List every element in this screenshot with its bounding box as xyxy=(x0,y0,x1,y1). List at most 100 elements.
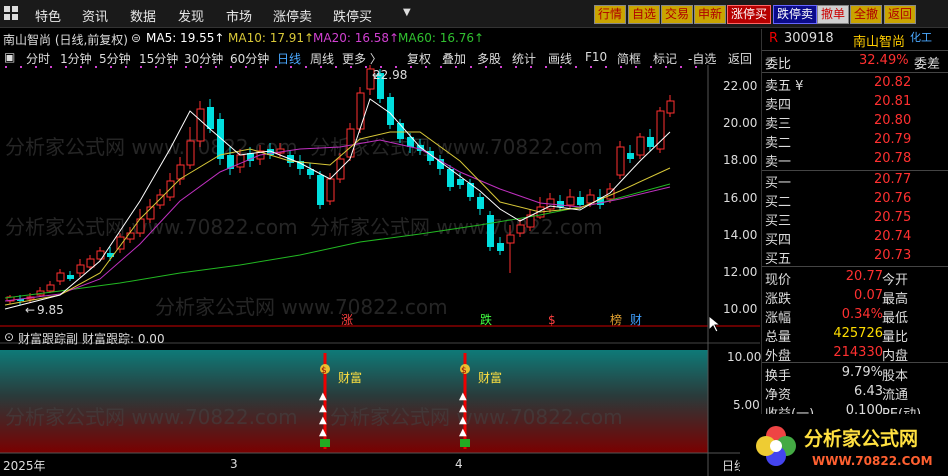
period-5min[interactable]: 5分钟 xyxy=(99,50,131,67)
ask-row: 卖四 20.81 xyxy=(762,93,948,113)
bid-row: 买五 20.73 xyxy=(762,247,948,267)
svg-text:$: $ xyxy=(461,366,467,376)
toolbar-stats[interactable]: 统计 xyxy=(512,50,536,67)
sector-tag: 化工 xyxy=(910,31,932,44)
toolbar-multi[interactable]: 多股 xyxy=(477,50,501,67)
toolbar-watchlist[interactable]: -自选 xyxy=(688,50,716,67)
bid-label: 买四 xyxy=(765,233,792,248)
stat-row: 现价 20.77 今开 xyxy=(765,269,909,288)
ma20-label: MA20: 16.58↑ xyxy=(313,31,400,45)
price-tick-10: 10.00 xyxy=(723,302,758,316)
svg-text:▲: ▲ xyxy=(459,403,467,414)
btn-ipo[interactable]: 申新 xyxy=(694,5,727,24)
bid-price: 20.75 xyxy=(874,210,912,225)
menu-item-data[interactable]: 数据 xyxy=(130,6,156,25)
toolbar-f10[interactable]: F10 xyxy=(585,50,607,64)
period-weekly[interactable]: 周线 xyxy=(310,50,334,67)
svg-text:分析家公式网 www.70822.com: 分析家公式网 www.70822.com xyxy=(310,215,603,239)
toolbar-simple[interactable]: 简框 xyxy=(617,50,641,67)
menu-grid-icon[interactable] xyxy=(4,6,18,20)
btn-quote[interactable]: 行情 xyxy=(594,5,627,24)
stock-code: 300918 xyxy=(784,31,834,46)
bid-label: 买三 xyxy=(765,214,792,229)
logo-url: WWW.70822.COM xyxy=(812,454,933,468)
stat-row: 总量 425726 量比 xyxy=(765,326,909,345)
period-15min[interactable]: 15分钟 xyxy=(139,50,178,67)
menu-item-market[interactable]: 市场 xyxy=(226,6,252,25)
period-60min[interactable]: 60分钟 xyxy=(230,50,269,67)
svg-text:▲: ▲ xyxy=(319,427,327,438)
menu-item-limit-up-sell[interactable]: 涨停卖 xyxy=(273,6,312,25)
ma5-label: MA5: 19.55↑ xyxy=(146,31,225,45)
marker-dollar: $ xyxy=(548,313,556,327)
price-tick-20: 20.00 xyxy=(723,116,758,130)
menu-item-features[interactable]: 特色 xyxy=(35,6,61,25)
btn-limit-up-buy[interactable]: 涨停买 xyxy=(727,5,772,24)
ask-price: 20.81 xyxy=(874,94,912,109)
menu-item-limit-down-buy[interactable]: 跌停买 xyxy=(333,6,372,25)
menu-dropdown-icon[interactable]: ▼ xyxy=(403,7,411,18)
period-1min[interactable]: 1分钟 xyxy=(60,50,92,67)
date-label-3: 3 xyxy=(230,457,238,471)
price-tick-22: 22.00 xyxy=(723,79,758,93)
toolbar-draw[interactable]: 画线 xyxy=(548,50,572,67)
svg-text:分析家公式网 www.70822.com: 分析家公式网 www.70822.com xyxy=(5,405,298,429)
bid-label: 买五 xyxy=(765,252,792,267)
ask-label: 卖一 xyxy=(765,155,792,170)
high-price-arrow: ← xyxy=(372,68,382,82)
toolbar-fq[interactable]: 复权 xyxy=(407,50,431,67)
indicator-title: 财富跟踪副 xyxy=(18,332,79,346)
svg-text:▲: ▲ xyxy=(319,403,327,414)
btn-trade[interactable]: 交易 xyxy=(661,5,694,24)
ask-row: 卖二 20.79 xyxy=(762,131,948,151)
ask-row: 卖五 ¥ 20.82 xyxy=(762,74,948,94)
period-intraday[interactable]: 分时 xyxy=(26,50,50,67)
bid-price: 20.77 xyxy=(874,172,912,187)
menu-bar: 特色 资讯 数据 发现 市场 涨停卖 跌停买 ▼ 行情 自选 交易 申新 涨停买… xyxy=(0,0,948,28)
chart-area[interactable]: 分析家公式网 www.70822.com 分析家公式网 www.70822.co… xyxy=(0,29,761,476)
menu-item-discover[interactable]: 发现 xyxy=(178,6,204,25)
low-price-label: ← xyxy=(25,303,35,317)
low-price-value: 9.85 xyxy=(37,303,64,317)
chart-canvas: 分析家公式网 www.70822.com 分析家公式网 www.70822.co… xyxy=(0,29,760,476)
marker-down: 跌 xyxy=(480,312,492,327)
bid-row: 买四 20.74 xyxy=(762,228,948,248)
site-logo: 分析家公式网 WWW.70822.COM xyxy=(740,414,948,476)
btn-watchlist[interactable]: 自选 xyxy=(628,5,661,24)
svg-text:$: $ xyxy=(321,366,327,376)
indicator-icon[interactable]: ⊙ xyxy=(4,330,14,344)
weibi-row: 委比 32.49% 委差 xyxy=(765,53,941,72)
period-more[interactable]: 更多 〉 xyxy=(342,50,382,67)
toolbar-mark[interactable]: 标记 xyxy=(653,50,677,67)
ask-label: 卖三 xyxy=(765,117,792,132)
indicator-label-1: 财富 xyxy=(338,370,362,385)
price-tick-16: 16.00 xyxy=(723,191,758,205)
ask-price: 20.79 xyxy=(874,132,912,147)
bid-label: 买二 xyxy=(765,195,792,210)
btn-cancel-all[interactable]: 全撤 xyxy=(850,5,883,24)
quote-header: R 300918 南山智尚 化工 xyxy=(762,29,948,50)
price-tick-14: 14.00 xyxy=(723,228,758,242)
menu-item-news[interactable]: 资讯 xyxy=(82,6,108,25)
period-30min[interactable]: 30分钟 xyxy=(184,50,223,67)
btn-back[interactable]: 返回 xyxy=(884,5,917,24)
svg-text:▲: ▲ xyxy=(319,415,327,426)
bid-row: 买三 20.75 xyxy=(762,209,948,229)
toolbar-back[interactable]: 返回 xyxy=(728,50,752,67)
lock-icon: ⊜ xyxy=(131,31,142,45)
period-row: ▣ 分时 1分钟 5分钟 15分钟 30分钟 60分钟 日线 周线 更多 〉 复… xyxy=(0,47,760,67)
marker-up: 涨 xyxy=(341,312,353,327)
marker-finance: 财 xyxy=(630,313,642,327)
btn-limit-down-sell[interactable]: 跌停卖 xyxy=(773,5,818,24)
marker-rank: 榜 xyxy=(610,312,622,327)
bid-price: 20.74 xyxy=(874,229,912,244)
flower-logo-icon xyxy=(756,426,796,466)
chart-title-row: 南山智尚 (日线,前复权) ⊜ MA5: 19.55↑ MA10: 17.91↑… xyxy=(0,29,760,47)
toolbar-overlay[interactable]: 叠加 xyxy=(442,50,466,67)
ask-row: 卖一 20.78 xyxy=(762,150,948,170)
ask-row: 卖三 20.80 xyxy=(762,112,948,132)
btn-cancel-order[interactable]: 撤单 xyxy=(817,5,850,24)
ask-label: 卖二 xyxy=(765,136,792,151)
period-daily[interactable]: 日线 xyxy=(277,50,301,67)
quote-r-icon: R xyxy=(769,31,779,46)
